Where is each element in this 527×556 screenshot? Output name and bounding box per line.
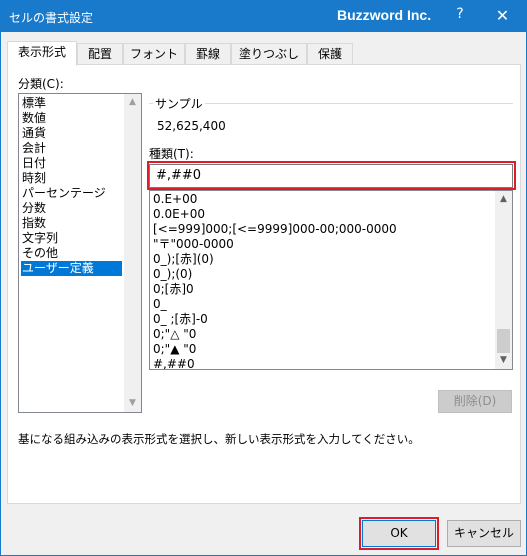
ok-button[interactable]: OK <box>362 520 436 547</box>
type-input[interactable]: #,##0 <box>149 164 513 188</box>
close-icon[interactable]: ✕ <box>479 1 526 32</box>
tab-number[interactable]: 表示形式 <box>7 41 77 66</box>
category-item-time[interactable]: 時刻 <box>21 171 46 186</box>
category-item-accounting[interactable]: 会計 <box>21 141 46 156</box>
category-item-special[interactable]: その他 <box>21 246 58 261</box>
delete-button[interactable]: 削除(D) <box>438 390 512 413</box>
format-item[interactable]: [<=999]000;[<=9999]000-00;000-0000 <box>153 222 397 237</box>
cancel-button[interactable]: キャンセル <box>447 520 521 547</box>
type-label: 種類(T): <box>149 147 194 161</box>
category-item-percentage[interactable]: パーセンテージ <box>21 186 106 201</box>
format-item[interactable]: 0_);[赤](0) <box>153 252 214 267</box>
number-tab-panel: 分類(C): 標準 数値 通貨 会計 日付 時刻 パーセンテージ 分数 指数 文… <box>7 64 521 504</box>
format-item[interactable]: 0;"▲ "0 <box>153 342 196 357</box>
format-item[interactable]: #,##0_ <box>153 357 201 369</box>
scroll-down-arrow-icon[interactable]: ▼ <box>124 395 141 412</box>
category-item-number[interactable]: 数値 <box>21 111 46 126</box>
category-item-currency[interactable]: 通貨 <box>21 126 46 141</box>
scroll-up-arrow-icon[interactable]: ▲ <box>124 94 141 111</box>
title-bar[interactable]: セルの書式設定 Buzzword Inc. ? ✕ <box>1 1 526 32</box>
format-item[interactable]: 0_ <box>153 297 167 312</box>
sample-value: 52,625,400 <box>157 119 226 133</box>
category-item-fraction[interactable]: 分数 <box>21 201 46 216</box>
category-item-custom[interactable]: ユーザー定義 <box>21 261 122 276</box>
tab-alignment[interactable]: 配置 <box>77 43 123 65</box>
category-scrollbar[interactable]: ▲ ▼ <box>124 94 141 412</box>
help-icon[interactable]: ? <box>448 6 472 26</box>
format-item[interactable]: 0.E+00 <box>153 192 197 207</box>
scroll-up-arrow-icon[interactable]: ▲ <box>495 191 512 208</box>
category-label: 分類(C): <box>18 77 64 91</box>
tab-fill[interactable]: 塗りつぶし <box>231 43 307 65</box>
tab-border[interactable]: 罫線 <box>185 43 231 65</box>
format-item[interactable]: "〒"000-0000 <box>153 237 234 252</box>
tab-protection[interactable]: 保護 <box>307 43 353 65</box>
category-item-date[interactable]: 日付 <box>21 156 46 171</box>
format-item[interactable]: 0.0E+00 <box>153 207 205 222</box>
category-item-text[interactable]: 文字列 <box>21 231 58 246</box>
brand-label: Buzzword Inc. <box>337 7 432 23</box>
sample-group: サンプル 52,625,400 <box>149 95 513 139</box>
dialog-title: セルの書式設定 <box>9 11 94 25</box>
scroll-down-arrow-icon[interactable]: ▼ <box>495 352 512 369</box>
category-item-scientific[interactable]: 指数 <box>21 216 46 231</box>
format-item[interactable]: 0_ ;[赤]-0 <box>153 312 208 327</box>
format-item[interactable]: 0_);(0) <box>153 267 192 282</box>
tab-font[interactable]: フォント <box>123 43 185 65</box>
category-item-general[interactable]: 標準 <box>21 96 46 111</box>
scroll-thumb[interactable] <box>497 329 510 353</box>
format-item[interactable]: 0;[赤]0 <box>153 282 194 297</box>
description-text: 基になる組み込みの表示形式を選択し、新しい表示形式を入力してください。 <box>18 432 420 446</box>
sample-label: サンプル <box>153 95 205 112</box>
format-item[interactable]: 0;"△ "0 <box>153 327 196 342</box>
format-list[interactable]: 0.E+00 0.0E+00 [<=999]000;[<=9999]000-00… <box>149 190 513 370</box>
format-cells-dialog: セルの書式設定 Buzzword Inc. ? ✕ 表示形式 配置 フォント 罫… <box>0 0 527 556</box>
category-list[interactable]: 標準 数値 通貨 会計 日付 時刻 パーセンテージ 分数 指数 文字列 その他 … <box>18 93 142 413</box>
format-list-scrollbar[interactable]: ▲ ▼ <box>495 191 512 369</box>
